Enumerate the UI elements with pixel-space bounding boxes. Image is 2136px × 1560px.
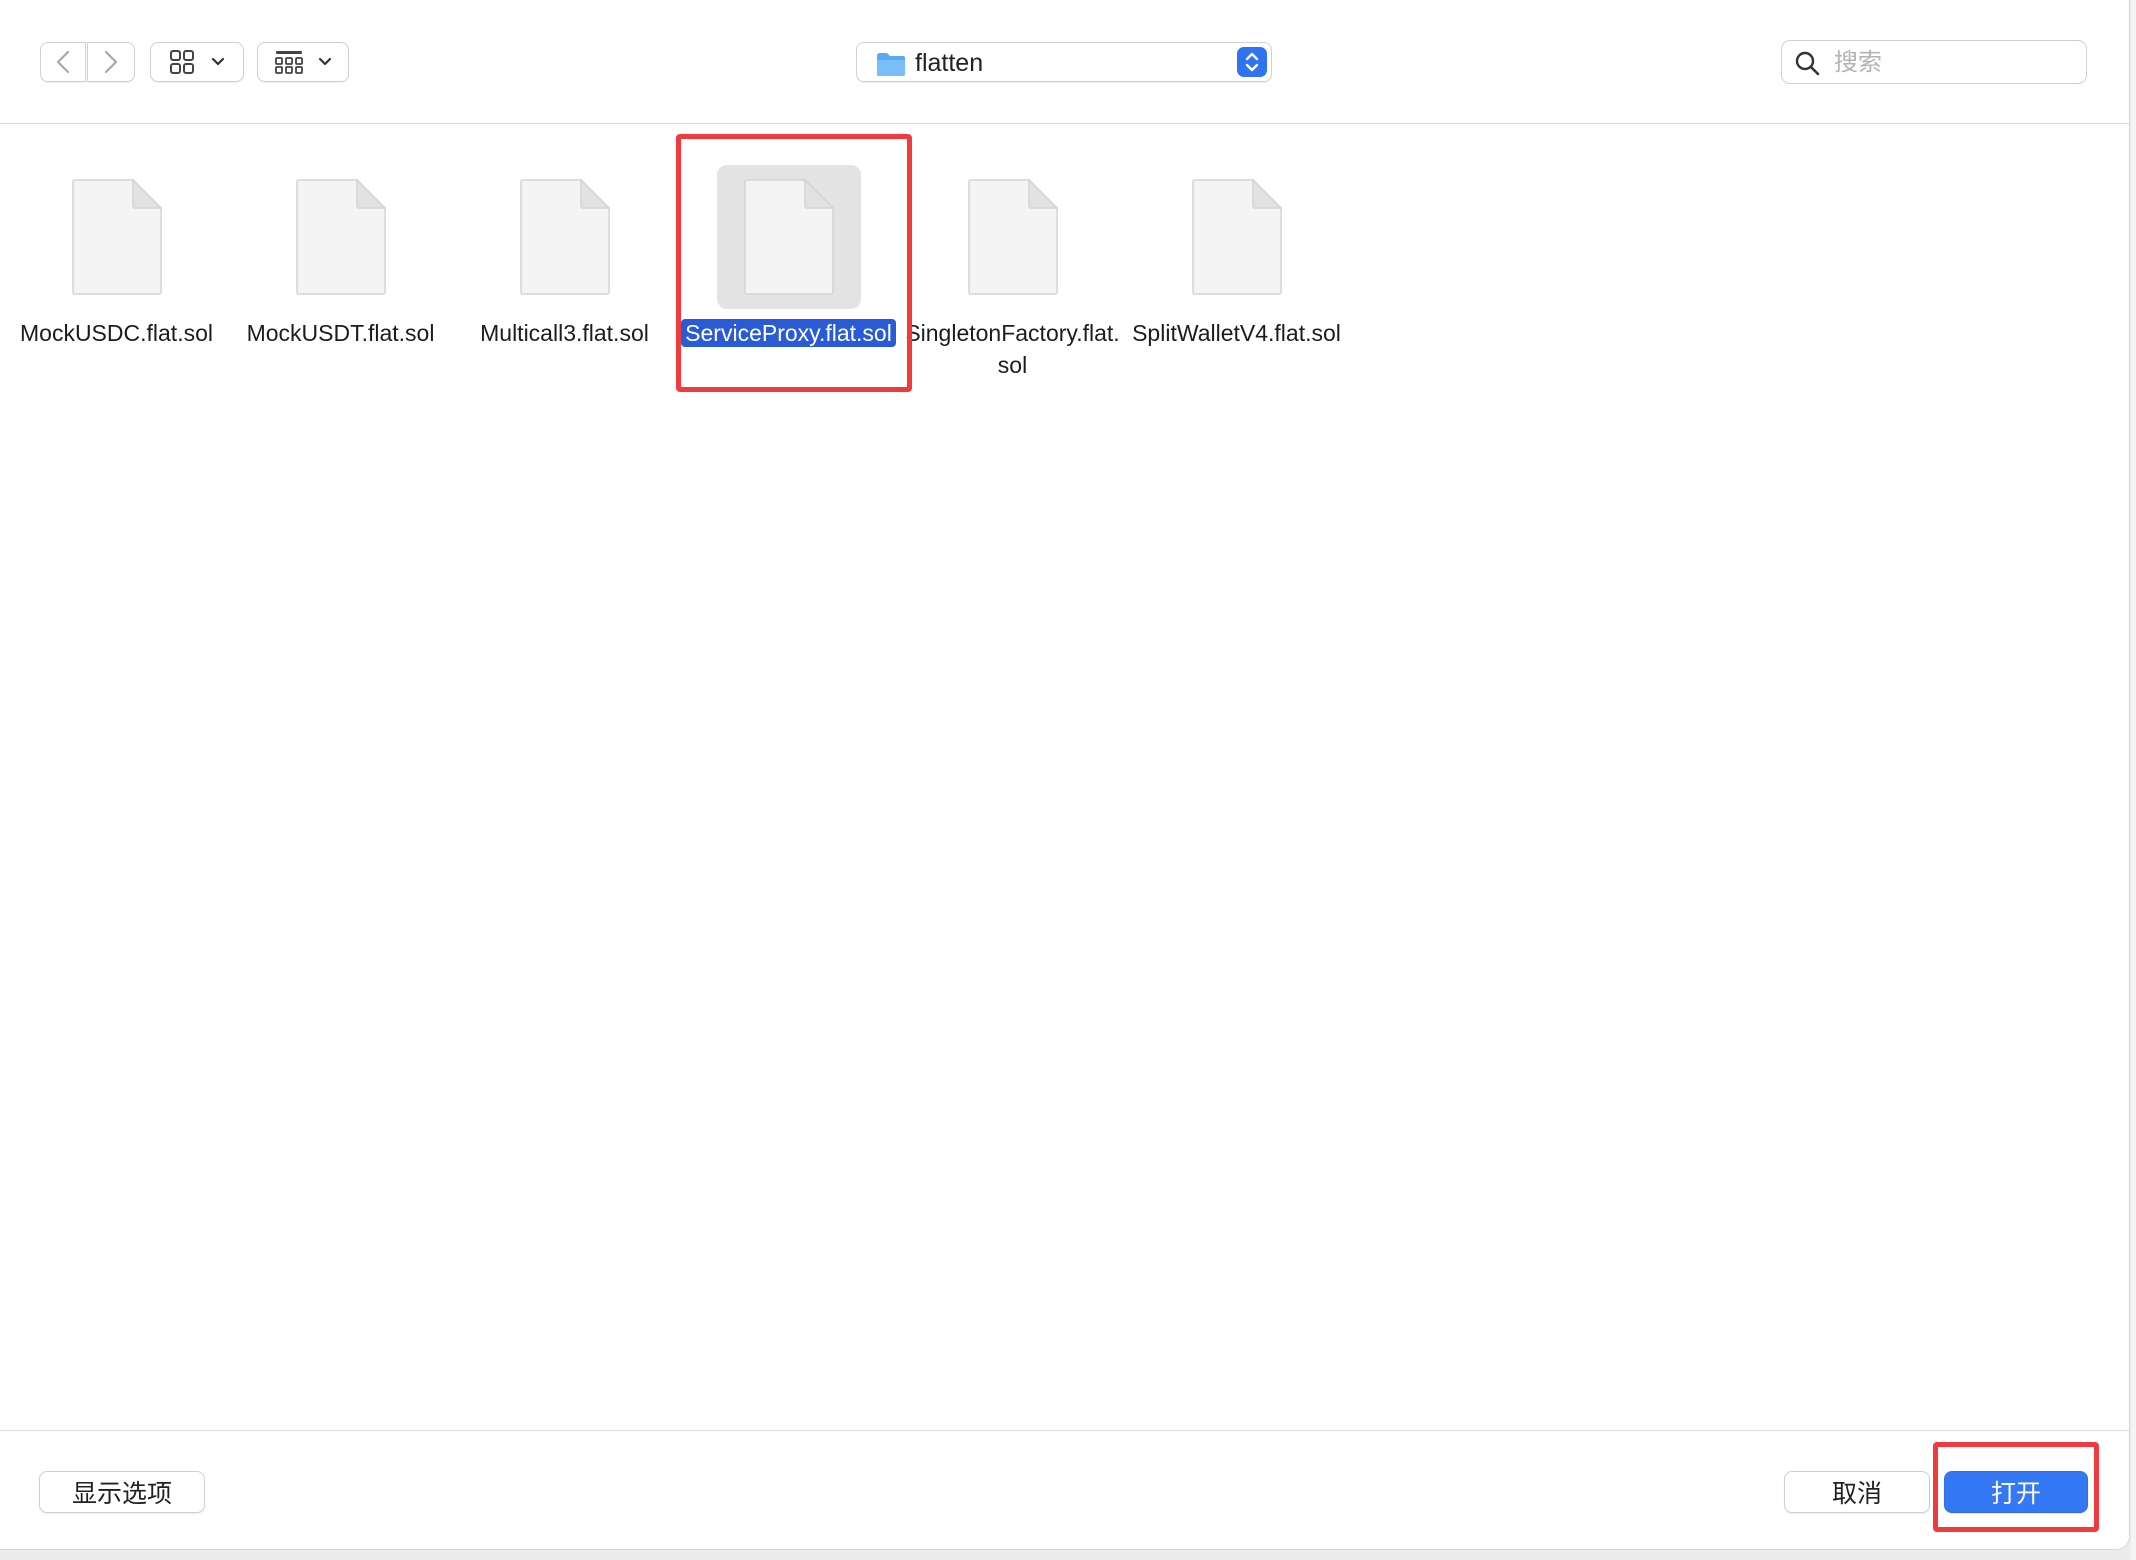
file-name: Multicall3.flat.sol: [480, 320, 649, 346]
file-item[interactable]: SplitWalletV4.flat.sol: [1129, 165, 1344, 395]
dialog-toolbar: flatten: [0, 0, 2129, 124]
folder-icon: [877, 53, 905, 76]
file-name: MockUSDC.flat.sol: [20, 320, 213, 346]
location-popup[interactable]: flatten: [856, 42, 1272, 82]
file-name: SplitWalletV4.flat.sol: [1132, 320, 1341, 346]
search-icon: [1795, 51, 1820, 76]
popup-stepper-icon: [1237, 47, 1267, 77]
file-item[interactable]: MockUSDC.flat.sol: [9, 165, 224, 395]
search-field[interactable]: [1781, 40, 2087, 84]
file-name: SingletonFactory.flat.sol: [905, 320, 1120, 378]
back-button[interactable]: [40, 42, 86, 82]
group-by-button[interactable]: [257, 42, 349, 82]
dialog-footer: 显示选项 取消 打开: [0, 1430, 2129, 1549]
background-window-edge: [2131, 0, 2136, 1560]
chevron-down-icon: [211, 57, 225, 66]
document-icon: [716, 165, 861, 309]
chevron-down-icon: [318, 57, 332, 66]
file-item[interactable]: Multicall3.flat.sol: [457, 165, 672, 395]
open-file-dialog: flatten MockUSD: [0, 0, 2130, 1550]
chevron-left-icon: [56, 50, 70, 74]
file-name: ServiceProxy.flat.sol: [681, 317, 896, 349]
file-browser-grid: MockUSDC.flat.sol MockUSDT.flat.sol Mult…: [0, 125, 2129, 1430]
location-label: flatten: [915, 49, 984, 77]
icon-grid-icon: [170, 50, 194, 74]
group-by-icon: [275, 51, 303, 74]
cancel-button[interactable]: 取消: [1784, 1471, 1930, 1513]
chevron-right-icon: [104, 50, 118, 74]
document-icon: [493, 165, 637, 309]
file-item[interactable]: MockUSDT.flat.sol: [233, 165, 448, 395]
document-icon: [45, 165, 189, 309]
document-icon: [269, 165, 413, 309]
document-icon: [1165, 165, 1309, 309]
document-icon: [941, 165, 1085, 309]
file-item[interactable]: SingletonFactory.flat.sol: [905, 165, 1120, 395]
forward-button[interactable]: [87, 42, 135, 82]
search-input[interactable]: [1834, 47, 2074, 77]
open-button[interactable]: 打开: [1944, 1471, 2088, 1513]
file-name: MockUSDT.flat.sol: [246, 320, 435, 346]
file-item-selected[interactable]: ServiceProxy.flat.sol: [681, 165, 896, 395]
view-mode-button[interactable]: [150, 42, 244, 82]
show-options-button[interactable]: 显示选项: [39, 1471, 205, 1513]
